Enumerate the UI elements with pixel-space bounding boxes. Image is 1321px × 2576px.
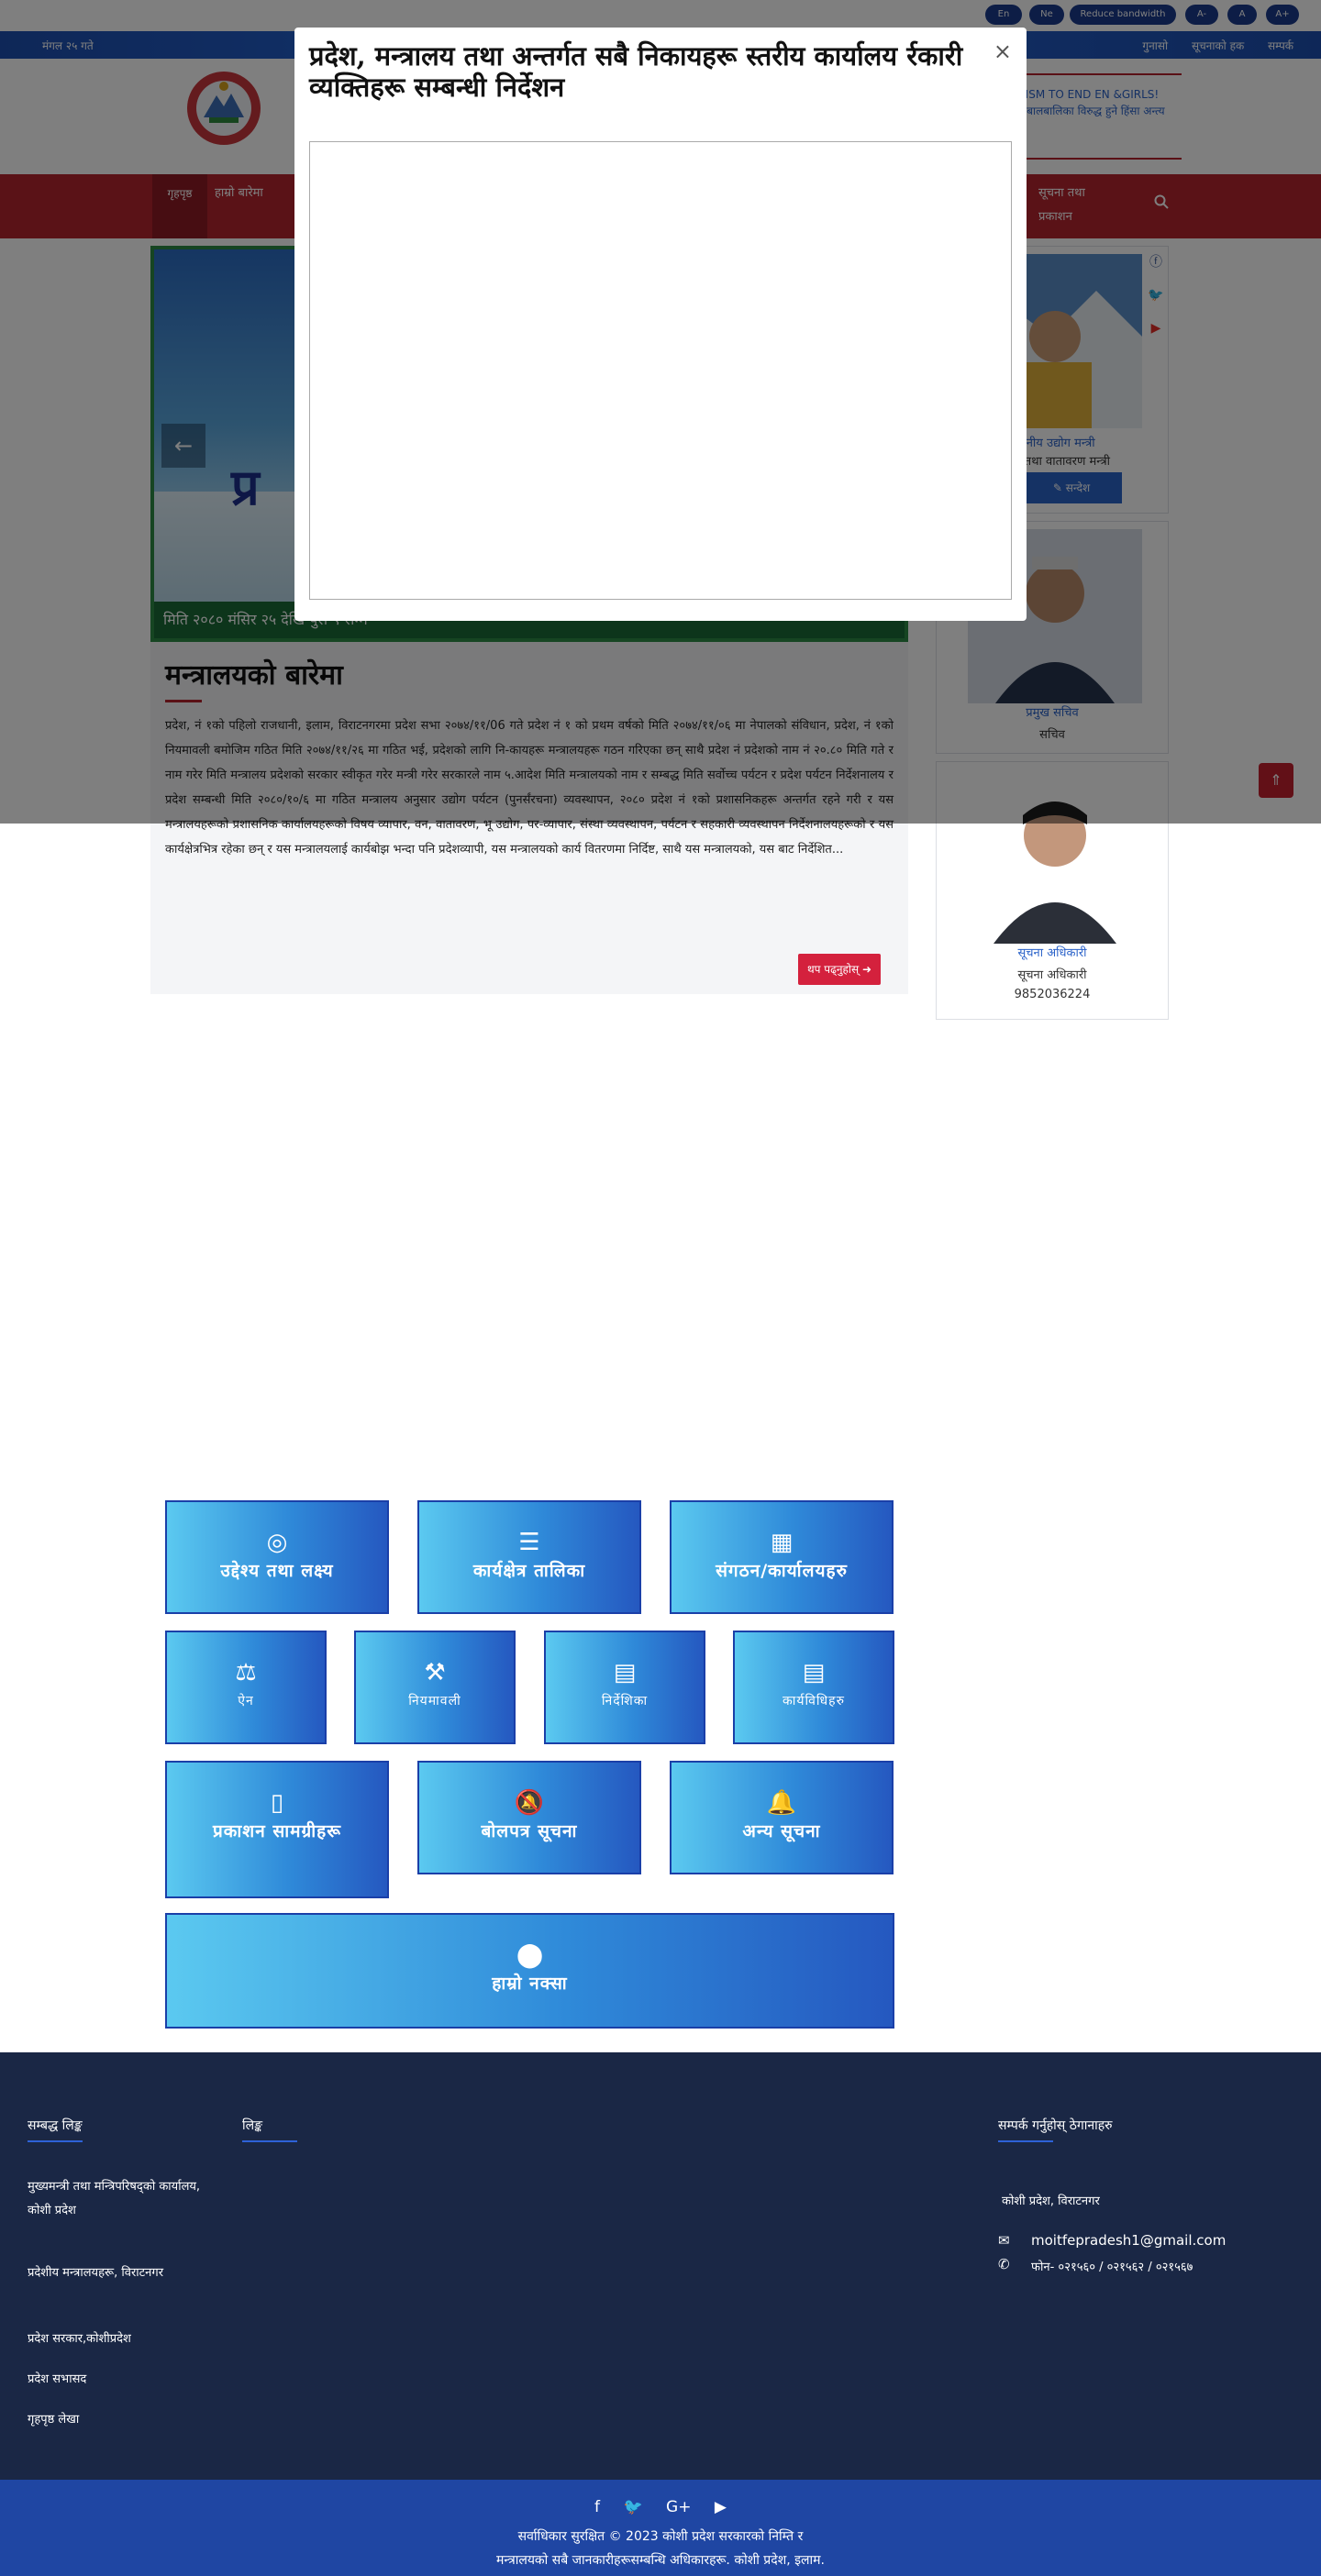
- bottom-social-icons: f 🐦 G+ ▶: [0, 2498, 1321, 2516]
- tile-label: नियमावली: [408, 1694, 461, 1708]
- close-icon[interactable]: ×: [994, 39, 1012, 64]
- footer-address: कोशी प्रदेश, विराटनगर: [1002, 2195, 1100, 2208]
- tile-label: कार्यविधिहरु: [783, 1694, 845, 1708]
- read-more-button[interactable]: थप पढ्नुहोस् ➜: [797, 954, 881, 985]
- modal-content-frame[interactable]: [309, 141, 1012, 600]
- copyright-text: सर्वाधिकार सुरक्षित © 2023 कोशी प्रदेश स…: [517, 2529, 804, 2544]
- youtube-icon[interactable]: ▶: [715, 2498, 727, 2516]
- target-icon: ◎: [266, 1529, 288, 1556]
- book-icon: ▤: [802, 1659, 826, 1686]
- footer-link-accounts[interactable]: गृहपृष्ठ लेखा: [28, 2408, 220, 2432]
- tile-label: उद्देश्य तथा लक्ष्य: [220, 1561, 334, 1581]
- gavel-icon: ⚒: [424, 1659, 446, 1686]
- footer-link-ministries[interactable]: प्रदेशीय मन्त्रालयहरू, विराटनगर: [28, 2261, 220, 2285]
- footer-contact-title: सम्पर्क गर्नुहोस् ठेगानाहरु: [998, 2118, 1113, 2133]
- info-officer-name[interactable]: सूचना अधिकारी: [937, 944, 1168, 960]
- book-icon: ▤: [613, 1659, 637, 1686]
- read-more-label: थप पढ्नुहोस्: [806, 963, 860, 976]
- tile-acts[interactable]: ⚖ ऐन: [165, 1631, 327, 1744]
- tile-label: प्रकाशन सामग्रीहरू: [212, 1821, 342, 1841]
- modal-title: प्रदेश, मन्त्रालय तथा अन्तर्गत सबै निकाय…: [309, 40, 963, 103]
- bell-icon: 🔔: [766, 1789, 797, 1817]
- tile-regulations[interactable]: ⚒ नियमावली: [354, 1631, 516, 1744]
- footer-title-underline: [998, 2140, 1053, 2142]
- list-icon: ☰: [518, 1529, 540, 1556]
- building-icon: ▦: [770, 1529, 794, 1556]
- map-marker-icon: ⬤: [516, 1941, 544, 1969]
- info-officer-phone: 9852036224: [1014, 988, 1091, 1001]
- tile-tender-notices[interactable]: 🔕 बोलपत्र सूचना: [417, 1761, 641, 1874]
- facebook-icon[interactable]: f: [594, 2498, 600, 2516]
- copyright-line-2: मन्त्रालयको सबै जानकारीहरूसम्बन्धि अधिका…: [496, 2553, 825, 2568]
- tile-label: बोलपत्र सूचना: [481, 1821, 578, 1841]
- tile-organizations[interactable]: ▦ संगठन/कार्यालयहरु: [670, 1500, 894, 1614]
- tile-directives[interactable]: ▤ निर्देशिका: [544, 1631, 705, 1744]
- tile-our-map[interactable]: ⬤ हाम्रो नक्सा: [165, 1913, 894, 2029]
- google-plus-icon[interactable]: G+: [666, 2498, 691, 2516]
- tile-label: ऐन: [238, 1694, 254, 1708]
- bottom-bar: f 🐦 G+ ▶ सर्वाधिकार सुरक्षित © 2023 कोशी…: [0, 2480, 1321, 2576]
- twitter-icon[interactable]: 🐦: [623, 2498, 642, 2516]
- arrow-right-icon: ➜: [861, 963, 871, 976]
- notice-modal: प्रदेश, मन्त्रालय तथा अन्तर्गत सबै निकाय…: [294, 28, 1027, 621]
- footer-link-cmo[interactable]: मुख्यमन्त्री तथा मन्त्रिपरिषद्को कार्याल…: [28, 2175, 220, 2223]
- info-officer-role: सूचना अधिकारी: [1017, 968, 1087, 982]
- tile-label: निर्देशिका: [601, 1694, 649, 1708]
- footer-links-title: लिङ्क: [242, 2118, 262, 2133]
- tile-work-schedule[interactable]: ☰ कार्यक्षेत्र तालिका: [417, 1500, 641, 1614]
- tile-label: हाम्रो नक्सा: [492, 1973, 568, 1994]
- footer-link-assembly[interactable]: प्रदेश सभासद: [28, 2368, 220, 2392]
- tile-publications[interactable]: ▯ प्रकाशन सामग्रीहरू: [165, 1761, 389, 1898]
- tile-procedures[interactable]: ▤ कार्यविधिहरु: [733, 1631, 894, 1744]
- tile-label: अन्य सूचना: [742, 1821, 821, 1841]
- tile-label: संगठन/कार्यालयहरु: [716, 1561, 848, 1581]
- footer-title-underline: [28, 2140, 83, 2142]
- envelope-icon: ✉: [998, 2232, 1010, 2249]
- document-icon: ▯: [270, 1789, 284, 1817]
- footer-email[interactable]: moitfepradesh1@gmail.com: [1031, 2232, 1226, 2249]
- footer-title-underline: [242, 2140, 297, 2142]
- bell-off-icon: 🔕: [514, 1789, 545, 1817]
- tile-other-notices[interactable]: 🔔 अन्य सूचना: [670, 1761, 894, 1874]
- footer-related-links-title: सम्बद्ध लिङ्क: [28, 2118, 83, 2133]
- tile-label: कार्यक्षेत्र तालिका: [472, 1561, 586, 1581]
- footer-phone: फोन- ०२१५६० / ०२१५६२ / ०२१५६७: [1031, 2261, 1193, 2274]
- phone-icon: ✆: [998, 2256, 1010, 2272]
- footer-link-government[interactable]: प्रदेश सरकार,कोशीप्रदेश: [28, 2327, 239, 2351]
- site-footer: सम्बद्ध लिङ्क मुख्यमन्त्री तथा मन्त्रिपर…: [0, 2052, 1321, 2480]
- tile-objectives[interactable]: ◎ उद्देश्य तथा लक्ष्य: [165, 1500, 389, 1614]
- scale-icon: ⚖: [235, 1659, 257, 1686]
